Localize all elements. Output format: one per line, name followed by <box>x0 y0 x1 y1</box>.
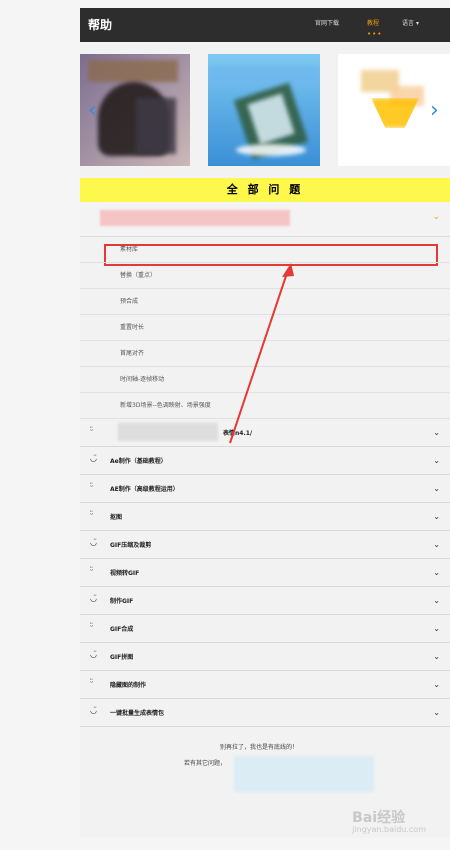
smiley-icon: ᵕ̈ <box>90 622 94 631</box>
faq-category-label: GIF合成 <box>110 626 134 633</box>
chevron-down-icon[interactable]: ⌄ <box>433 596 440 605</box>
faq-category-label: 表情n4.1/ <box>223 430 253 437</box>
page-container: 帮助 官网下载 教程 ••• 语言 ▾ ‹ › 全 部 问 题 ⌄ 素材库 替换… <box>80 8 450 838</box>
chevron-down-icon[interactable]: ⌄ <box>433 484 440 493</box>
chevron-down-icon[interactable]: ⌄ <box>433 624 440 633</box>
all-questions-title: 全 部 问 题 <box>80 178 450 202</box>
subitem[interactable]: 素材库 <box>80 237 450 263</box>
subitem-label: 重置时长 <box>120 324 145 331</box>
smiley-icon: ◡̈ <box>90 594 97 603</box>
faq-category-label: AE制作（高级教程运用） <box>110 486 179 493</box>
chevron-down-icon[interactable]: ⌄ <box>433 456 440 465</box>
chevron-up-icon[interactable]: ⌄ <box>432 212 440 222</box>
subitem[interactable]: 首尾对齐 <box>80 341 450 367</box>
subitem-label: 时间轴-逐帧移动 <box>120 376 165 383</box>
faq-category-label: GIF压缩及裁剪 <box>110 542 152 549</box>
faq-category-label: 制作GIF <box>110 598 134 605</box>
smiley-icon: ◡̈ <box>90 650 97 659</box>
faq-category[interactable]: ᵕ̈ 隐藏图的制作 ⌄ <box>80 671 450 699</box>
subitem[interactable]: 新增3D场景--色调映射、场景强度 <box>80 393 450 419</box>
faq-category-label: 隐藏图的制作 <box>110 682 147 689</box>
faq-category-label: 视频转GIF <box>110 570 140 577</box>
baidu-watermark: Bai经验 jingyan.baidu.com <box>352 807 426 834</box>
faq-category[interactable]: ◡̈ GIF压缩及裁剪 ⌄ <box>80 531 450 559</box>
chevron-down-icon[interactable]: ⌄ <box>433 680 440 689</box>
smiley-icon: ᵕ̈ <box>90 566 94 575</box>
faq-category[interactable]: ᵕ̈ GIF合成 ⌄ <box>80 615 450 643</box>
carousel-prev-icon[interactable]: ‹ <box>88 98 97 123</box>
subitem[interactable]: 时间轴-逐帧移动 <box>80 367 450 393</box>
page-title: 帮助 <box>88 18 113 32</box>
footer-help-text: 若有其它问题， <box>184 760 227 767</box>
subitem-label: 素材库 <box>120 246 139 253</box>
carousel-next-icon[interactable]: › <box>430 98 439 123</box>
top-navigation-bar: 帮助 官网下载 教程 ••• 语言 ▾ <box>80 8 450 42</box>
smiley-icon: ◡̈ <box>90 706 97 715</box>
subitem-label: 首尾对齐 <box>120 350 145 357</box>
faq-category-label: 抠图 <box>110 514 123 521</box>
faq-category[interactable]: ᵕ̈ 表情n4.1/ ⌄ <box>80 419 450 447</box>
active-tab-indicator: ••• <box>367 30 383 38</box>
faq-category-label: 一键批量生成表情包 <box>110 710 165 717</box>
pixelated-label <box>118 423 218 441</box>
faq-category[interactable]: ᵕ̈ 抠图 ⌄ <box>80 503 450 531</box>
faq-category[interactable]: ◡̈ 制作GIF ⌄ <box>80 587 450 615</box>
faq-category[interactable]: ◡̈ Ae制作（基础教程） ⌄ <box>80 447 450 475</box>
watermark-brand: Bai经验 <box>352 810 406 826</box>
chevron-down-icon[interactable]: ⌄ <box>433 708 440 717</box>
faq-category[interactable]: ᵕ̈ AE制作（高级教程运用） ⌄ <box>80 475 450 503</box>
smiley-icon: ᵕ̈ <box>90 426 94 435</box>
chevron-down-icon[interactable]: ⌄ <box>433 652 440 661</box>
watermark-url: jingyan.baidu.com <box>352 825 426 834</box>
faq-category[interactable]: ◡̈ 一键批量生成表情包 ⌄ <box>80 699 450 727</box>
chevron-down-icon[interactable]: ⌄ <box>433 512 440 521</box>
image-carousel[interactable]: ‹ › <box>80 54 450 166</box>
pixelated-contact <box>234 756 374 792</box>
smiley-icon: ᵕ̈ <box>90 510 94 519</box>
language-menu[interactable]: 语言 ▾ <box>402 18 419 27</box>
faq-category-label: Ae制作（基础教程） <box>110 458 167 465</box>
subitem[interactable]: 重置时长 <box>80 315 450 341</box>
language-label: 语言 <box>402 20 415 27</box>
subitem-label: 替换（重点） <box>120 272 157 279</box>
expanded-faq-header[interactable]: ⌄ <box>80 202 450 237</box>
subitem[interactable]: 替换（重点） <box>80 263 450 289</box>
subitem-label: 预合成 <box>120 298 139 305</box>
screenshot-body: { "header": { "title": "帮助", "nav": ["官网… <box>0 0 450 850</box>
footer-end-text: 别再拉了，我也是有底线的！ <box>220 744 299 751</box>
chevron-down-icon[interactable]: ⌄ <box>433 428 440 437</box>
nav-tutorial-link[interactable]: 教程 <box>367 18 379 27</box>
faq-category[interactable]: ᵕ̈ 视频转GIF ⌄ <box>80 559 450 587</box>
nav-download-link[interactable]: 官网下载 <box>315 18 339 27</box>
smiley-icon: ◡̈ <box>90 454 97 463</box>
chevron-down-icon[interactable]: ⌄ <box>433 540 440 549</box>
carousel-slide[interactable] <box>208 54 320 166</box>
faq-category-label: GIF拼图 <box>110 654 134 661</box>
faq-accordion: ⌄ 素材库 替换（重点） 预合成 重置时长 首尾对齐 时间轴-逐帧移动 新增3D… <box>80 202 450 727</box>
faq-category[interactable]: ◡̈ GIF拼图 ⌄ <box>80 643 450 671</box>
chevron-down-icon[interactable]: ⌄ <box>433 568 440 577</box>
smiley-icon: ᵕ̈ <box>90 678 94 687</box>
language-dropdown-icon: ▾ <box>415 20 419 27</box>
smiley-icon: ◡̈ <box>90 538 97 547</box>
pixelated-heading <box>100 210 290 226</box>
subitem[interactable]: 预合成 <box>80 289 450 315</box>
smiley-icon: ᵕ̈ <box>90 482 94 491</box>
subitem-label: 新增3D场景--色调映射、场景强度 <box>120 402 211 409</box>
